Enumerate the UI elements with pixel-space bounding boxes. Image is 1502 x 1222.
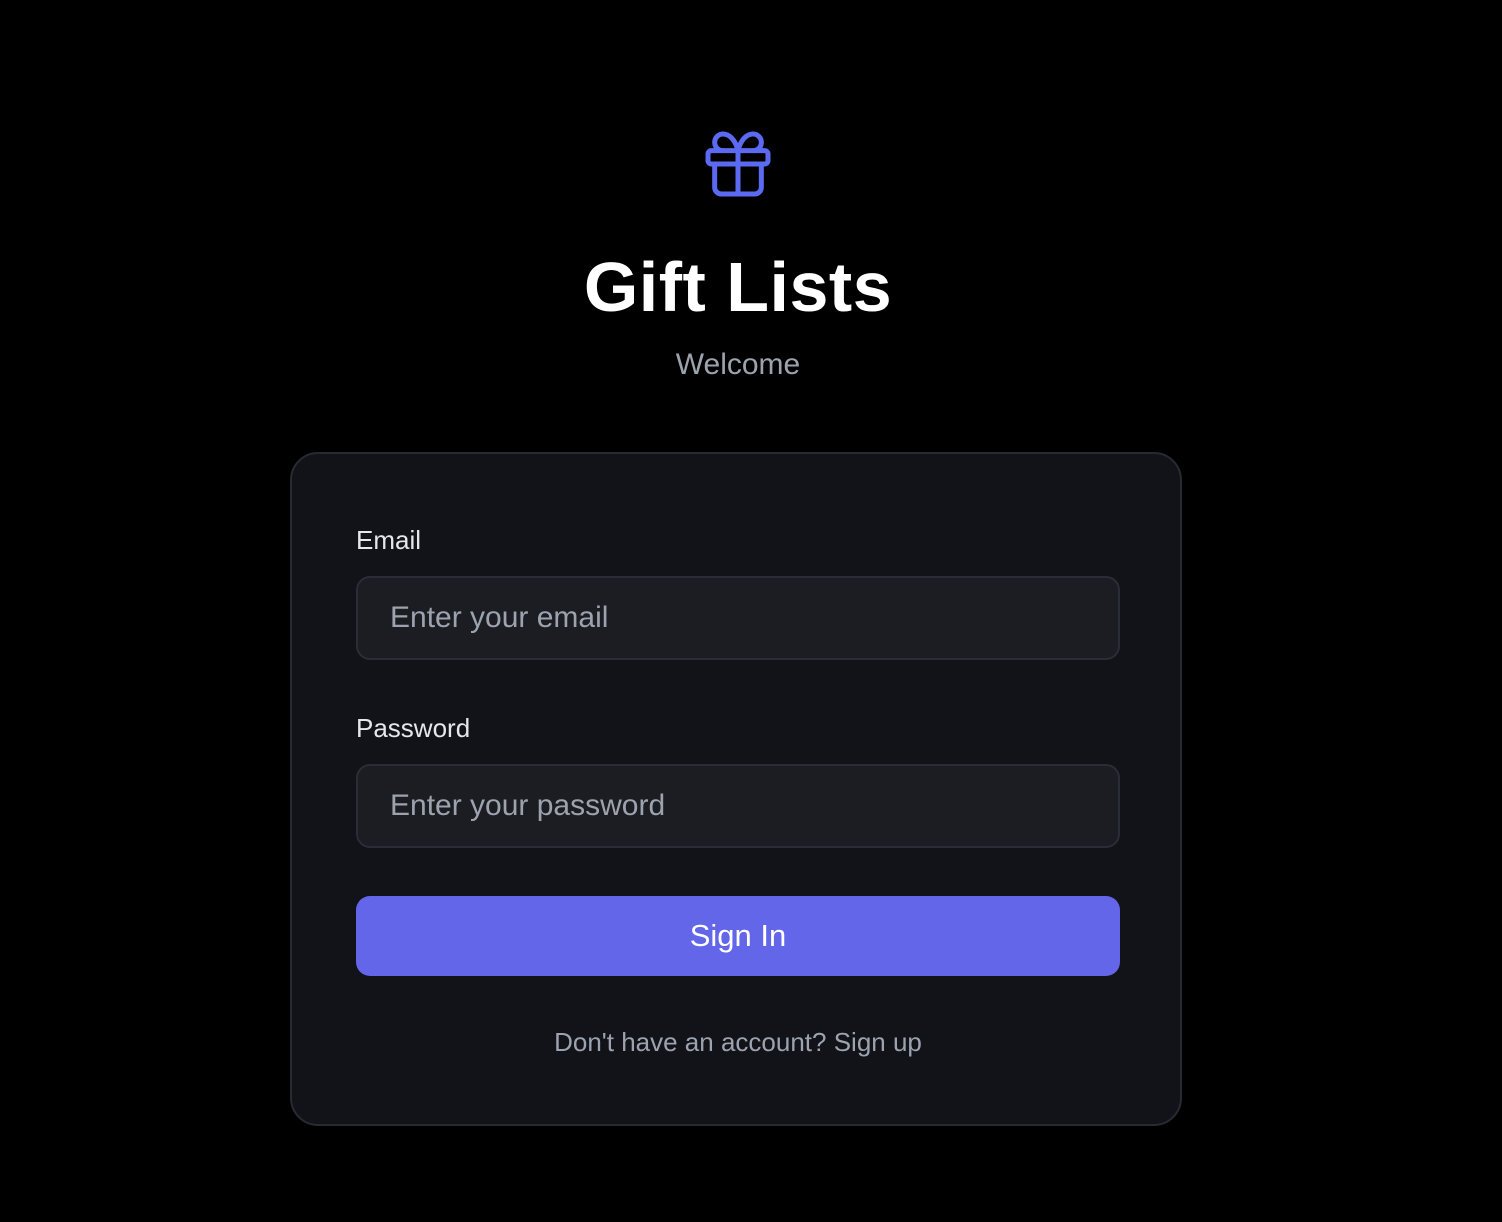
email-label: Email [356,525,422,555]
password-field[interactable] [356,764,1120,848]
gift-icon [698,124,778,204]
sign-in-button[interactable]: Sign In [356,896,1120,976]
login-page: Gift Lists Welcome Email Password Sign I… [0,0,1502,1222]
login-card: Email Password Sign In Don't have an acc… [290,452,1182,1126]
password-label: Password [356,713,471,743]
app-title: Gift Lists [583,248,893,326]
welcome-subtitle: Welcome [675,348,801,381]
email-field[interactable] [356,576,1120,660]
sign-up-link[interactable]: Don't have an account? Sign up [292,1026,1184,1058]
